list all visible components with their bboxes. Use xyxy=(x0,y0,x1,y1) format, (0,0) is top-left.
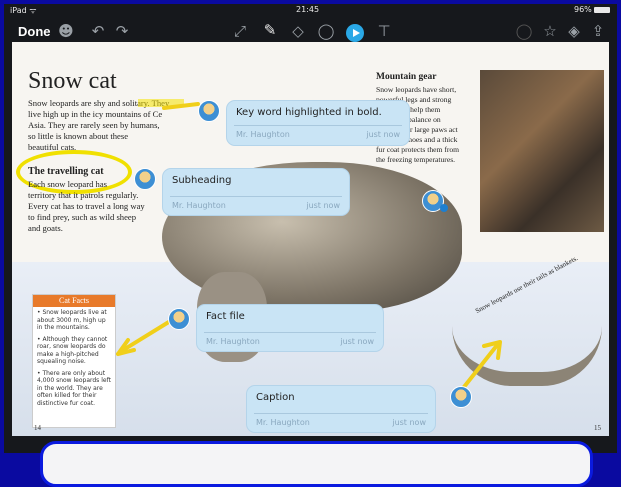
comment-icon[interactable]: ◯ xyxy=(316,21,336,41)
comment-card[interactable]: Key word highlighted in bold. Mr. Haught… xyxy=(226,100,410,146)
comment-card[interactable]: Subheading Mr. Haughton just now xyxy=(162,168,350,216)
pencil-icon[interactable]: ✎ xyxy=(260,20,280,40)
comment-time: just now xyxy=(340,337,374,346)
arrow-keyword xyxy=(162,102,200,110)
layers-icon[interactable]: ◈ xyxy=(564,21,584,41)
comment-time: just now xyxy=(306,201,340,210)
teacher-avatar[interactable] xyxy=(134,168,156,190)
eraser-icon[interactable]: ◇ xyxy=(288,21,308,41)
undo-icon[interactable]: ↶ xyxy=(88,21,108,41)
teacher-avatar[interactable] xyxy=(198,100,220,122)
comment-time: just now xyxy=(366,130,400,139)
battery-level: 96% xyxy=(574,5,592,14)
app-frame: iPad ᯤ 21:45 96% Done ☻ ↶ ↷ ⤢ ✎ ◇ ◯ ⊤ ◯ … xyxy=(4,4,617,453)
arrow-caption xyxy=(458,342,500,394)
star-icon[interactable]: ☆ xyxy=(540,21,560,41)
teacher-avatar[interactable] xyxy=(168,308,190,330)
audio-play-badge[interactable] xyxy=(440,204,448,212)
device-label: iPad ᯤ xyxy=(10,6,37,15)
comment-text: Key word highlighted in bold. xyxy=(236,107,382,118)
teacher-avatar[interactable] xyxy=(450,386,472,408)
share-icon[interactable]: ⇪ xyxy=(588,21,608,41)
comment-time: just now xyxy=(392,418,426,427)
comment-card[interactable]: Fact file Mr. Haughton just now xyxy=(196,304,384,352)
comment-author: Mr. Haughton xyxy=(236,130,290,139)
comment-card[interactable]: Caption Mr. Haughton just now xyxy=(246,385,436,433)
comment-author: Mr. Haughton xyxy=(256,418,310,427)
done-button[interactable]: Done xyxy=(18,22,51,42)
redo-icon[interactable]: ↷ xyxy=(112,21,132,41)
fullscreen-icon[interactable]: ⤢ xyxy=(230,21,250,41)
arrow-factfile xyxy=(118,318,174,354)
collaborators-icon[interactable]: ☻ xyxy=(54,21,78,41)
comment-text: Subheading xyxy=(172,175,232,186)
clock: 21:45 xyxy=(296,5,320,14)
text-box-icon[interactable]: ⊤ xyxy=(374,21,394,41)
comment-author: Mr. Haughton xyxy=(172,201,226,210)
status-bar: iPad ᯤ 21:45 96% xyxy=(4,4,617,16)
bottom-panel[interactable] xyxy=(40,441,593,487)
comment-author: Mr. Haughton xyxy=(206,337,260,346)
battery-icon xyxy=(594,7,610,13)
play-audio-icon[interactable] xyxy=(346,24,364,42)
comment-text: Fact file xyxy=(206,311,245,322)
check-circle-icon[interactable]: ◯ xyxy=(514,21,534,41)
comment-text: Caption xyxy=(256,392,295,403)
